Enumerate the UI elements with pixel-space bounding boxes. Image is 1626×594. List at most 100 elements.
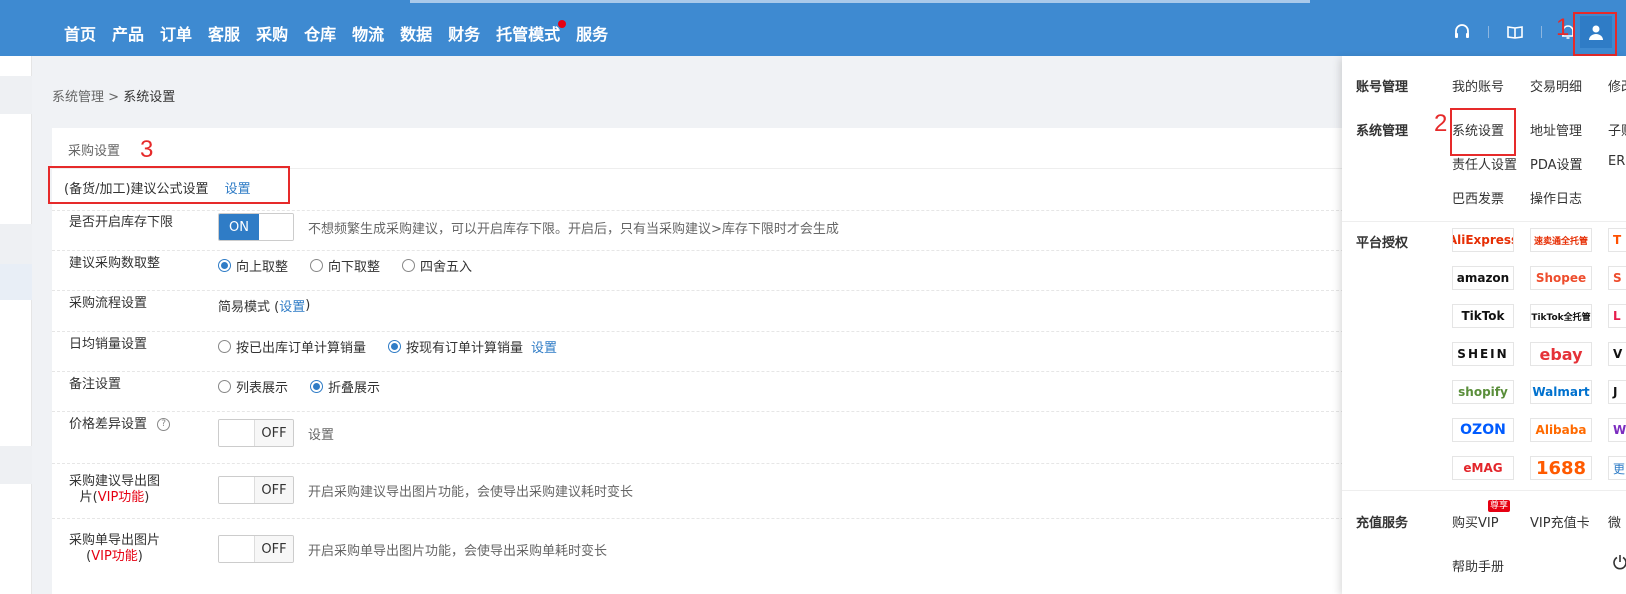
radio-dot (310, 259, 324, 272)
menu-my-account[interactable]: 我的账号 (1452, 76, 1504, 95)
annotation-box-2 (1450, 108, 1516, 156)
menu-vip-card[interactable]: VIP充值卡 (1530, 512, 1590, 531)
menu-sub-accounts[interactable]: 子账 (1608, 120, 1626, 139)
logout-icon[interactable] (1612, 554, 1626, 574)
menu-brazil-invoice[interactable]: 巴西发票 (1452, 188, 1504, 207)
nav-data[interactable]: 数据 (400, 11, 432, 45)
radio-label: 向上取整 (236, 260, 289, 275)
nav-finance[interactable]: 财务 (448, 11, 480, 45)
price-diff-toggle[interactable]: OFF (218, 419, 294, 447)
radio-dot (218, 380, 231, 393)
menu-help-manual[interactable]: 帮助手册 (1452, 556, 1504, 575)
menu-wechat[interactable]: 微 (1608, 512, 1621, 531)
label-part: 采购建议导出图 (69, 474, 161, 489)
platform-alibaba[interactable]: Alibaba (1530, 418, 1592, 442)
annotation-box-3 (48, 166, 290, 204)
radio-dot (218, 340, 231, 353)
platform-aliexpress[interactable]: AliExpress (1452, 228, 1514, 252)
platform-tiktok-managed[interactable]: TikTok全托管 (1530, 304, 1592, 328)
toggle-off-label: OFF (255, 477, 293, 503)
breadcrumb-separator: > (108, 90, 120, 105)
nav-home[interactable]: 首页 (64, 11, 96, 45)
annotation-label-3: 3 (140, 136, 154, 163)
menu-erp[interactable]: ERP (1608, 154, 1626, 169)
platform-shopee[interactable]: Shopee (1530, 266, 1592, 290)
platform-ozon[interactable]: OZON (1452, 418, 1514, 442)
label-part: ) (144, 490, 150, 505)
radio-label: 向下取整 (328, 260, 381, 275)
help-icon[interactable]: ? (157, 418, 171, 431)
radio-round-up[interactable]: 向上取整 (218, 256, 288, 275)
settings-row-rounding: 建议采购数取整 向上取整 向下取整 四舍五入 (52, 251, 1344, 291)
nav-orders[interactable]: 订单 (160, 11, 192, 45)
system-section-label: 系统管理 (1356, 124, 1409, 139)
radio-label: 按已出库订单计算销量 (236, 341, 367, 356)
nav-logistics[interactable]: 物流 (352, 11, 384, 45)
menu-transactions[interactable]: 交易明细 (1530, 76, 1582, 95)
platform-walmart[interactable]: Walmart (1530, 380, 1592, 404)
rounding-label: 建议采购数取整 (69, 256, 161, 271)
platform-aliexpress-managed[interactable]: 速卖通全托管 (1530, 228, 1592, 252)
label-part: 片( (79, 490, 98, 505)
toggle-off-label: OFF (255, 420, 293, 446)
daily-sales-label: 日均销量设置 (69, 337, 148, 352)
row-body: OFF 开启采购建议导出图片功能，会使导出采购建议耗时变长 (218, 476, 633, 504)
platform-truncated[interactable]: V (1608, 342, 1626, 366)
platform-truncated[interactable]: W (1608, 418, 1626, 442)
nav-products[interactable]: 产品 (112, 11, 144, 45)
platform-shopify[interactable]: shopify (1452, 380, 1514, 404)
price-diff-label: 价格差异设置 (69, 417, 148, 432)
platform-amazon[interactable]: amazon (1452, 266, 1514, 290)
process-mode: 简易模式 ( (218, 300, 280, 315)
menu-modify[interactable]: 修改 (1608, 76, 1626, 95)
menu-pda-settings[interactable]: PDA设置 (1530, 154, 1583, 173)
nav-services[interactable]: 服务 (576, 11, 608, 45)
recharge-section-label: 充值服务 (1356, 516, 1409, 531)
suggest-export-toggle[interactable]: OFF (218, 476, 294, 504)
radio-shipped-orders[interactable]: 按已出库订单计算销量 (218, 337, 366, 356)
row-body: 按已出库订单计算销量 按现有订单计算销量 设置 (218, 337, 557, 356)
row-body: 简易模式 ( 设置 ) (218, 296, 310, 315)
daily-sales-settings-link[interactable]: 设置 (531, 337, 557, 356)
platform-truncated[interactable]: S (1608, 266, 1626, 290)
process-mode-close: ) (305, 298, 311, 313)
radio-current-orders[interactable]: 按现有订单计算销量 (388, 337, 523, 356)
nav-warehouse[interactable]: 仓库 (304, 11, 336, 45)
nav-purchase[interactable]: 采购 (256, 11, 288, 45)
menu-address-management[interactable]: 地址管理 (1530, 120, 1582, 139)
nav-customer-service[interactable]: 客服 (208, 11, 240, 45)
radio-round-half[interactable]: 四舍五入 (402, 256, 472, 275)
menu-owner-settings[interactable]: 责任人设置 (1452, 154, 1517, 173)
radio-collapse-display[interactable]: 折叠展示 (310, 377, 380, 396)
toggle-knob (219, 477, 255, 503)
platform-truncated[interactable]: T (1608, 228, 1626, 252)
platform-more[interactable]: 更 (1608, 456, 1626, 480)
platform-shein[interactable]: SHEIN (1452, 342, 1514, 366)
order-export-toggle[interactable]: OFF (218, 535, 294, 563)
row-body: 列表展示 折叠展示 (218, 377, 402, 396)
platform-truncated[interactable]: L (1608, 304, 1626, 328)
headset-icon[interactable] (1452, 22, 1472, 42)
suggest-export-hint: 开启采购建议导出图片功能，会使导出采购建议耗时变长 (308, 484, 634, 500)
sidebar-block (0, 224, 32, 264)
left-sidebar (0, 56, 32, 594)
annotation-box-1 (1573, 12, 1617, 56)
platform-tiktok[interactable]: TikTok (1452, 304, 1514, 328)
platform-ebay[interactable]: ebay (1530, 342, 1592, 366)
radio-list-display[interactable]: 列表展示 (218, 377, 288, 396)
menu-operation-log[interactable]: 操作日志 (1530, 188, 1582, 207)
platform-emag[interactable]: eMAG (1452, 456, 1514, 480)
row-body: OFF 设置 (218, 419, 334, 447)
nav-hosting-mode[interactable]: 托管模式 (496, 11, 567, 45)
stock-limit-toggle[interactable]: ON (218, 213, 294, 241)
remark-label: 备注设置 (69, 377, 122, 392)
menu-buy-vip[interactable]: 购买VIP (1452, 512, 1499, 531)
radio-round-down[interactable]: 向下取整 (310, 256, 380, 275)
toggle-knob (259, 214, 293, 240)
book-icon[interactable] (1505, 22, 1525, 42)
breadcrumb-parent[interactable]: 系统管理 (52, 90, 104, 105)
platform-truncated[interactable]: J (1608, 380, 1626, 404)
process-settings-link[interactable]: 设置 (279, 296, 305, 315)
platform-1688[interactable]: 1688 (1530, 456, 1592, 480)
order-export-label: 采购单导出图片 (VIP功能) (69, 533, 160, 565)
